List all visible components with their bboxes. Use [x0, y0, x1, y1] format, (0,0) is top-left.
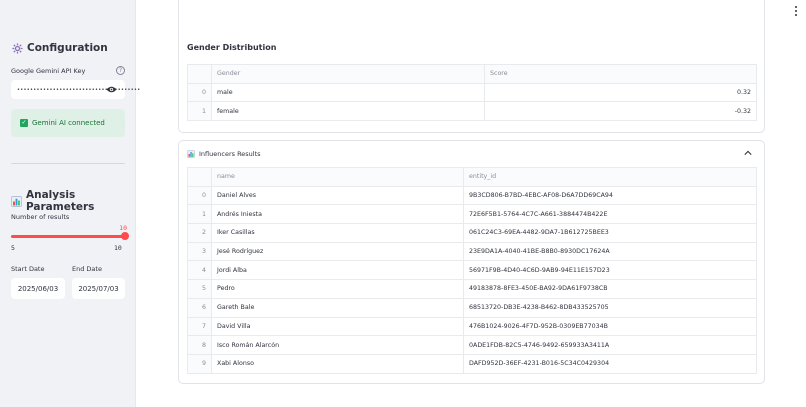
row-index: 1	[187, 101, 212, 122]
results-slider-track[interactable]	[11, 235, 125, 238]
row-index: 4	[187, 260, 212, 281]
row-index: 0	[187, 185, 212, 206]
name-cell: Gareth Bale	[211, 297, 464, 318]
row-index: 2	[187, 223, 212, 243]
entity-id-cell: 0ADE1FDB-82C5-4746-9492-659933A3411A	[463, 335, 757, 355]
influencers-results-expander: Influencers Results name entity_id 0 Dani…	[178, 140, 765, 384]
table-row: 1 female -0.32	[187, 101, 757, 122]
table-header-row: name entity_id	[187, 167, 757, 187]
api-key-input[interactable]: ••••••••••••••••••••••••••••••••••••••	[11, 80, 140, 99]
score-header[interactable]: Score	[484, 64, 757, 84]
gear-icon	[11, 42, 23, 54]
gender-distribution-panel: Gender Distribution Gender Score 0 male …	[178, 0, 765, 133]
score-cell: 0.32	[484, 82, 757, 103]
analysis-parameters-title: Analysis Parameters	[26, 189, 95, 213]
row-index: 6	[187, 297, 212, 318]
chevron-up-icon[interactable]	[744, 150, 752, 156]
table-row: 4 Jordi Alba 56971F9B-4D40-4C6D-9AB9-94E11…	[187, 260, 757, 281]
status-text: Gemini AI connected	[32, 119, 105, 127]
index-header	[187, 64, 212, 84]
row-index: 1	[187, 204, 212, 225]
gender-cell: female	[211, 101, 485, 122]
table-row: 0 Daniel Alves 9B3CD806-B7BD-4EBC-AF08-D6A…	[187, 185, 757, 206]
gender-distribution-title: Gender Distribution	[187, 43, 277, 52]
api-key-value: ••••••••••••••••••••••••••••••••••••••	[17, 86, 141, 93]
entity-id-cell: 476B1024-9026-4F7D-952B-0309EB77034B	[463, 316, 757, 337]
table-row: 9 Xabi Alonso DAFD952D-36EF-4231-B016-5C34…	[187, 353, 757, 374]
entity-id-cell: 23E9DA1A-4040-41BE-B8B0-8930DC17624A	[463, 241, 757, 262]
configuration-title: Configuration	[27, 42, 108, 54]
table-row: 1 Andrés Iniesta 72E6F5B1-5764-4C7C-A661-3…	[187, 204, 757, 225]
gender-cell: male	[211, 82, 485, 103]
table-row: 6 Gareth Bale 68513720-DB3E-4238-B462-8DB4…	[187, 297, 757, 318]
divider	[11, 163, 125, 164]
start-date-input[interactable]: 2025/06/03	[11, 278, 65, 299]
main-menu-button[interactable]	[792, 6, 800, 16]
status-badge: ✓ Gemini AI connected	[11, 109, 125, 137]
results-slider-thumb[interactable]	[121, 232, 129, 240]
end-date-input[interactable]: 2025/07/03	[72, 278, 125, 299]
entity-id-cell: 56971F9B-4D40-4C6D-9AB9-94E11E157D23	[463, 260, 757, 281]
name-cell: Isco Román Alarcón	[211, 335, 464, 355]
end-date-label: End Date	[72, 265, 102, 273]
entity-id-cell: DAFD952D-36EF-4231-B016-5C34C0429304	[463, 353, 757, 374]
slider-max-label: 10	[114, 244, 122, 252]
number-of-results-label: Number of results	[11, 213, 70, 221]
name-header[interactable]: name	[211, 167, 464, 187]
table-row: 3 Jesé Rodríguez 23E9DA1A-4040-41BE-B8B0-8…	[187, 241, 757, 262]
influencers-title: Influencers Results	[199, 150, 261, 158]
entity-id-cell: 68513720-DB3E-4238-B462-8DB433525705	[463, 297, 757, 318]
row-index: 9	[187, 353, 212, 374]
name-cell: Xabi Alonso	[211, 353, 464, 374]
table-row: 5 Pedro 49183878-8FE3-450E-BA92-9DA61F9738…	[187, 279, 757, 299]
sidebar: Configuration Google Gemini API Key ? ••…	[0, 0, 140, 407]
entity-id-cell: 49183878-8FE3-450E-BA92-9DA61F9738CB	[463, 279, 757, 299]
index-header	[187, 167, 212, 187]
api-key-label: Google Gemini API Key	[11, 67, 86, 75]
entity-id-cell: 9B3CD806-B7BD-4EBC-AF08-D6A7DD69CA94	[463, 185, 757, 206]
table-row: 7 David Villa 476B1024-9026-4F7D-952B-0309…	[187, 316, 757, 337]
name-cell: Jesé Rodríguez	[211, 241, 464, 262]
name-cell: Andrés Iniesta	[211, 204, 464, 225]
bar-chart-icon	[11, 195, 22, 207]
score-cell: -0.32	[484, 101, 757, 122]
configuration-heading: Configuration	[11, 42, 108, 54]
checkmark-icon: ✓	[20, 119, 28, 127]
table-header-row: Gender Score	[187, 64, 757, 84]
analysis-parameters-heading: Analysis Parameters	[11, 189, 135, 213]
help-icon[interactable]: ?	[116, 66, 125, 75]
gender-table[interactable]: Gender Score 0 male 0.32 1 female -0.32	[187, 64, 757, 122]
row-index: 8	[187, 335, 212, 355]
name-cell: Iker Casillas	[211, 223, 464, 243]
name-cell: Pedro	[211, 279, 464, 299]
table-row: 0 male 0.32	[187, 82, 757, 103]
row-index: 7	[187, 316, 212, 337]
entity-id-header[interactable]: entity_id	[463, 167, 757, 187]
name-cell: Jordi Alba	[211, 260, 464, 281]
entity-id-cell: 061C24C3-69EA-4482-9DA7-1B612725BEE3	[463, 223, 757, 243]
bar-chart-icon	[187, 150, 195, 158]
row-index: 0	[187, 82, 212, 103]
row-index: 3	[187, 241, 212, 262]
name-cell: Daniel Alves	[211, 185, 464, 206]
start-date-label: Start Date	[11, 265, 45, 273]
table-row: 2 Iker Casillas 061C24C3-69EA-4482-9DA7-1B…	[187, 223, 757, 243]
slider-min-label: 5	[11, 244, 15, 252]
table-row: 8 Isco Román Alarcón 0ADE1FDB-82C5-4746-94…	[187, 335, 757, 355]
name-cell: David Villa	[211, 316, 464, 337]
gender-header[interactable]: Gender	[211, 64, 485, 84]
influencers-table[interactable]: name entity_id 0 Daniel Alves 9B3CD806-B7B…	[187, 167, 757, 374]
entity-id-cell: 72E6F5B1-5764-4C7C-A661-3884474B422E	[463, 204, 757, 225]
influencers-expander-header[interactable]: Influencers Results	[187, 150, 261, 158]
slider-value: 10	[119, 224, 127, 232]
row-index: 5	[187, 279, 212, 299]
eye-icon[interactable]	[106, 85, 117, 94]
